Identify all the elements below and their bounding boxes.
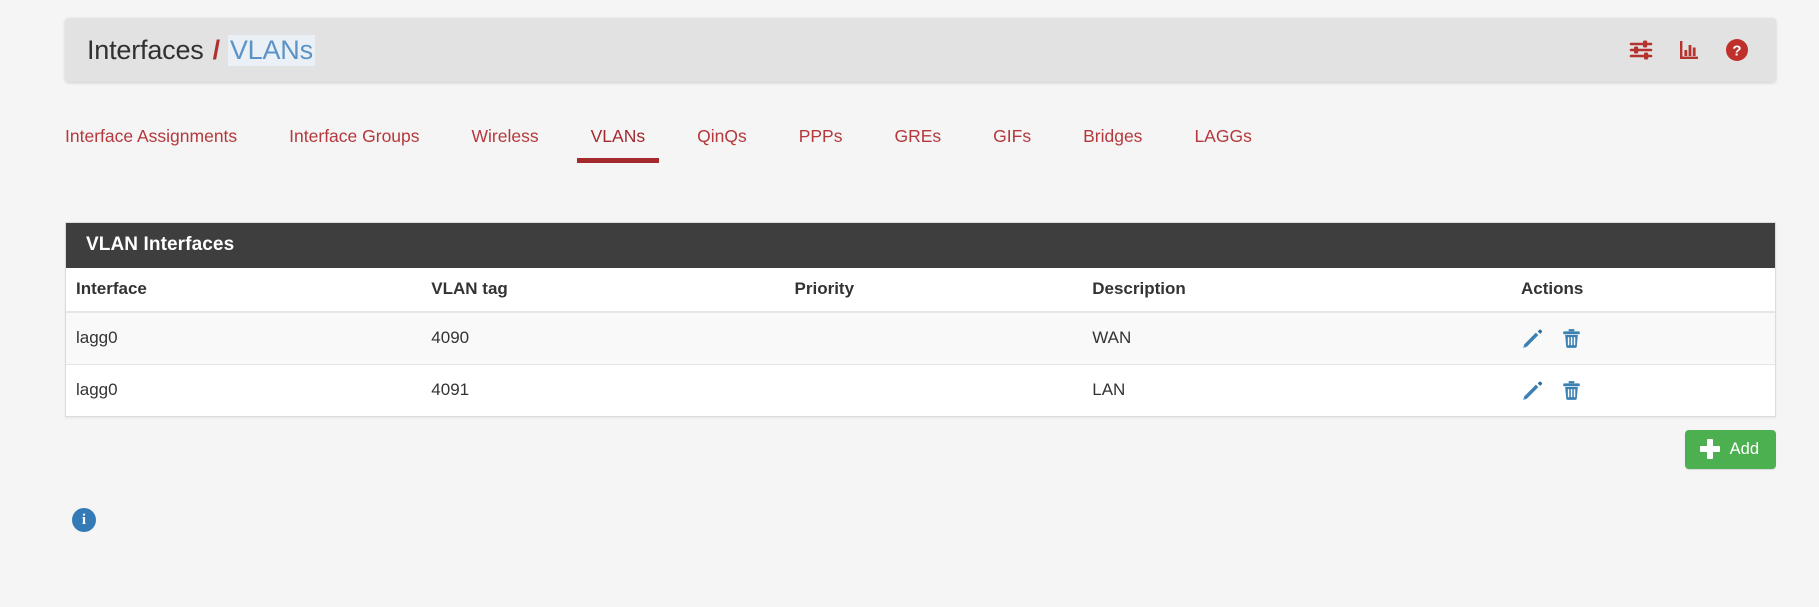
column-header-vlan-tag: VLAN tag bbox=[423, 268, 787, 313]
breadcrumb: Interfaces / VLANs bbox=[87, 34, 315, 66]
tab-interface-assignments[interactable]: Interface Assignments bbox=[65, 118, 237, 163]
edit-icon[interactable] bbox=[1521, 378, 1545, 402]
info-row: i bbox=[72, 508, 96, 532]
cell-description: WAN bbox=[1084, 311, 1513, 365]
cell-priority bbox=[786, 311, 1085, 365]
tab-qinqs[interactable]: QinQs bbox=[697, 118, 747, 163]
cell-vlan-tag: 4091 bbox=[423, 364, 787, 416]
cell-actions bbox=[1512, 364, 1775, 416]
tab-bridges[interactable]: Bridges bbox=[1083, 118, 1142, 163]
panel-title: VLAN Interfaces bbox=[66, 223, 1775, 268]
cell-interface: lagg0 bbox=[66, 311, 424, 365]
sliders-icon[interactable] bbox=[1628, 37, 1654, 63]
breadcrumb-current[interactable]: VLANs bbox=[227, 34, 315, 66]
add-button-row: Add bbox=[65, 430, 1776, 469]
add-vlan-button[interactable]: Add bbox=[1684, 430, 1776, 469]
table-row[interactable]: lagg0 4090 WAN bbox=[66, 311, 1775, 365]
table-header: Interface VLAN tag Priority Description … bbox=[66, 268, 1775, 313]
column-header-interface: Interface bbox=[66, 268, 424, 313]
cell-priority bbox=[786, 364, 1085, 416]
bar-chart-icon[interactable] bbox=[1676, 37, 1702, 63]
table-body: lagg0 4090 WAN lagg0 4091 LAN bbox=[66, 311, 1775, 416]
add-button-label: Add bbox=[1729, 439, 1759, 458]
help-icon[interactable]: ? bbox=[1724, 37, 1750, 63]
breadcrumb-separator: / bbox=[212, 34, 221, 65]
vlan-interfaces-panel: VLAN Interfaces Interface VLAN tag Prior… bbox=[65, 222, 1776, 417]
delete-icon[interactable] bbox=[1560, 326, 1584, 350]
info-icon[interactable]: i bbox=[72, 508, 96, 532]
page-header: Interfaces / VLANs ? bbox=[65, 18, 1776, 82]
column-header-actions: Actions bbox=[1512, 268, 1775, 313]
tab-ppps[interactable]: PPPs bbox=[799, 118, 843, 163]
cell-vlan-tag: 4090 bbox=[423, 311, 787, 365]
tab-interface-groups[interactable]: Interface Groups bbox=[289, 118, 419, 163]
cell-actions bbox=[1512, 311, 1775, 365]
header-icon-group: ? bbox=[1628, 37, 1750, 63]
tab-laggs[interactable]: LAGGs bbox=[1194, 118, 1251, 163]
cell-interface: lagg0 bbox=[66, 364, 424, 416]
tab-vlans[interactable]: VLANs bbox=[576, 118, 660, 163]
tab-wireless[interactable]: Wireless bbox=[472, 118, 539, 163]
breadcrumb-root[interactable]: Interfaces bbox=[87, 35, 204, 66]
interface-tabs: Interface Assignments Interface Groups W… bbox=[65, 118, 1776, 170]
table-row[interactable]: lagg0 4091 LAN bbox=[66, 364, 1775, 416]
svg-text:?: ? bbox=[1732, 42, 1741, 59]
plus-icon bbox=[1699, 439, 1720, 459]
vlan-table: Interface VLAN tag Priority Description … bbox=[66, 268, 1775, 416]
vlan-interfaces-page: Interfaces / VLANs ? Interface Assignmen… bbox=[0, 0, 1819, 607]
cell-description: LAN bbox=[1084, 364, 1513, 416]
edit-icon[interactable] bbox=[1521, 326, 1545, 350]
column-header-priority: Priority bbox=[786, 268, 1085, 313]
tab-gifs[interactable]: GIFs bbox=[993, 118, 1031, 163]
column-header-description: Description bbox=[1084, 268, 1513, 313]
delete-icon[interactable] bbox=[1560, 378, 1584, 402]
table-header-row: Interface VLAN tag Priority Description … bbox=[66, 268, 1775, 313]
tab-gres[interactable]: GREs bbox=[894, 118, 941, 163]
